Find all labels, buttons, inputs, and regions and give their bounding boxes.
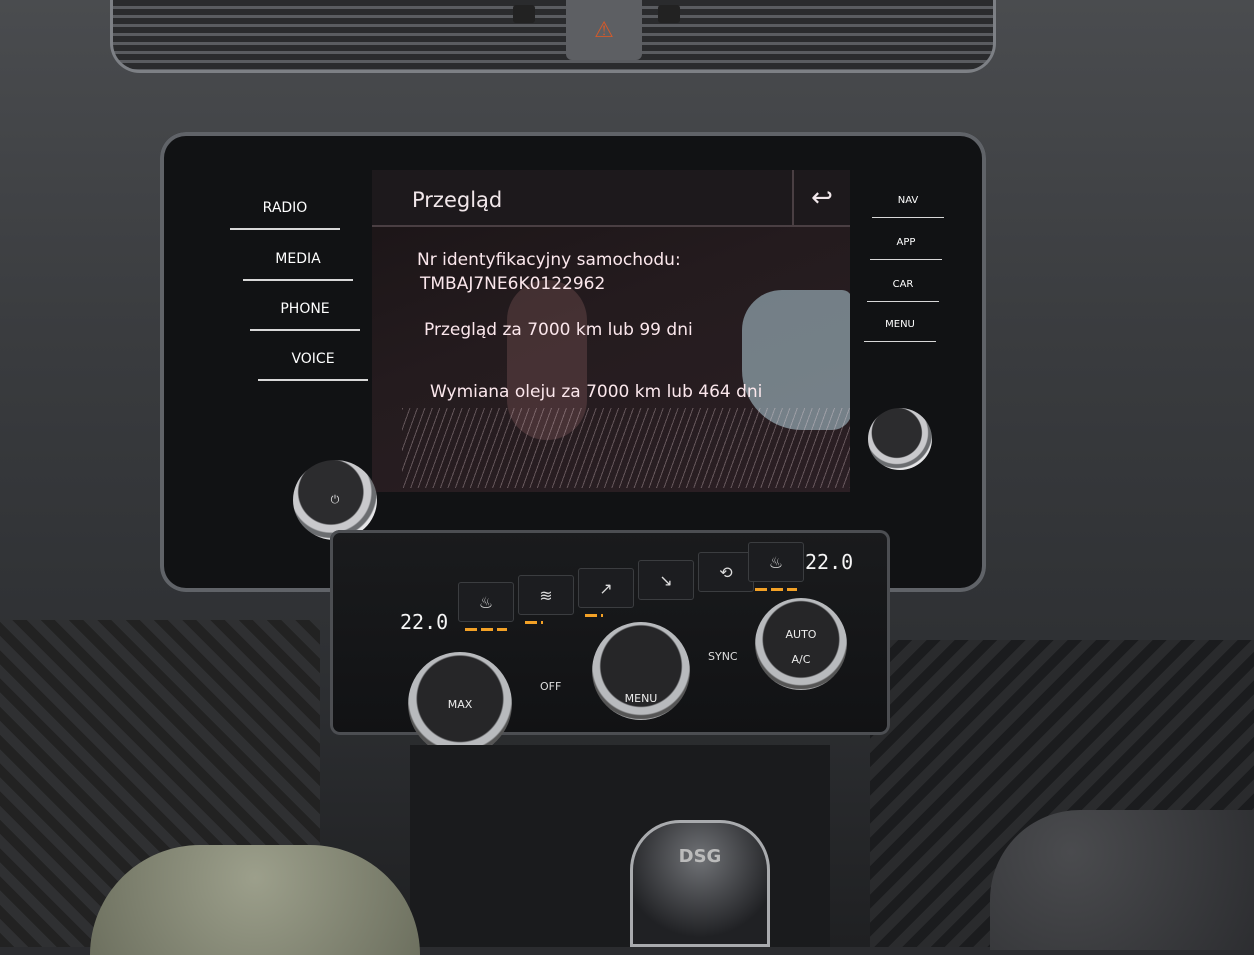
phone-button[interactable]: PHONE [250, 301, 360, 331]
fan-menu-knob[interactable]: MENU [592, 622, 690, 720]
airflow-face-button[interactable]: ↗ [578, 568, 634, 617]
indicator-leds [585, 614, 603, 617]
indicator-leds [755, 588, 797, 591]
temp-left: 22.0 [400, 610, 449, 634]
vent-tab[interactable] [513, 5, 535, 23]
recirculation-icon: ⟲ [719, 562, 733, 582]
auto-label: AUTO [785, 628, 817, 641]
service-inspection: Przegląd za 7000 km lub 99 dni [424, 320, 693, 340]
recirculation-button[interactable]: ⟲ [698, 552, 754, 592]
defrost-knob[interactable]: MAX [408, 652, 512, 756]
hazard-button[interactable]: ⚠ [566, 0, 642, 60]
air-vent [110, 0, 996, 73]
vin-value: TMBAJ7NE6K0122962 [420, 274, 606, 294]
max-label: MAX [447, 698, 473, 711]
vin-label: Nr identyfikacyjny samochodu: [417, 250, 681, 270]
touch-screen[interactable]: Przegląd ↩ Nr identyfikacyjny samochodu:… [372, 170, 850, 492]
seat-heat-right-button[interactable]: ♨ [748, 542, 804, 591]
indicator-leds [465, 628, 507, 631]
passenger-seat [990, 810, 1254, 950]
seat-heat-icon: ♨ [768, 552, 784, 572]
sync-button[interactable]: SYNC [708, 650, 738, 663]
hazard-icon: ⚠ [594, 17, 614, 43]
off-button[interactable]: OFF [540, 680, 561, 693]
voice-button[interactable]: VOICE [258, 351, 368, 381]
radio-button[interactable]: RADIO [230, 200, 340, 230]
fan-windshield-button[interactable]: ≋ [518, 575, 574, 624]
gear-label: DSG [678, 846, 722, 867]
temp-right: 22.0 [805, 550, 854, 574]
vent-tab[interactable] [658, 5, 680, 23]
nav-button[interactable]: NAV [872, 195, 944, 218]
screen-header: Przegląd ↩ [372, 170, 850, 227]
gear-selector[interactable]: DSG [630, 820, 770, 947]
menu-button[interactable]: MENU [864, 319, 936, 342]
media-button[interactable]: MEDIA [243, 251, 353, 281]
seat-heat-left-button[interactable]: ♨ [458, 582, 514, 631]
oil-change: Wymiana oleju za 7000 km lub 464 dni [430, 382, 763, 402]
reflection [402, 408, 850, 488]
indicator-leds [525, 621, 543, 624]
app-button[interactable]: APP [870, 237, 942, 260]
menu-label: MENU [624, 692, 658, 705]
power-icon: ⏻ [330, 493, 340, 506]
car-button[interactable]: CAR [867, 279, 939, 302]
airflow-icon: ≋ [539, 585, 553, 605]
back-arrow-icon: ↩ [811, 182, 833, 213]
seat-heat-icon: ♨ [478, 592, 494, 612]
ac-label: A/C [791, 653, 811, 666]
airflow-face-icon: ↗ [599, 578, 613, 598]
page-title: Przegląd [412, 188, 503, 212]
airflow-feet-button[interactable]: ↘ [638, 560, 694, 600]
power-volume-knob[interactable]: ⏻ [293, 460, 377, 540]
auto-ac-knob[interactable]: AUTO A/C [755, 598, 847, 690]
back-button[interactable]: ↩ [792, 170, 850, 225]
tuning-knob[interactable] [868, 408, 932, 470]
airflow-feet-icon: ↘ [659, 570, 673, 590]
